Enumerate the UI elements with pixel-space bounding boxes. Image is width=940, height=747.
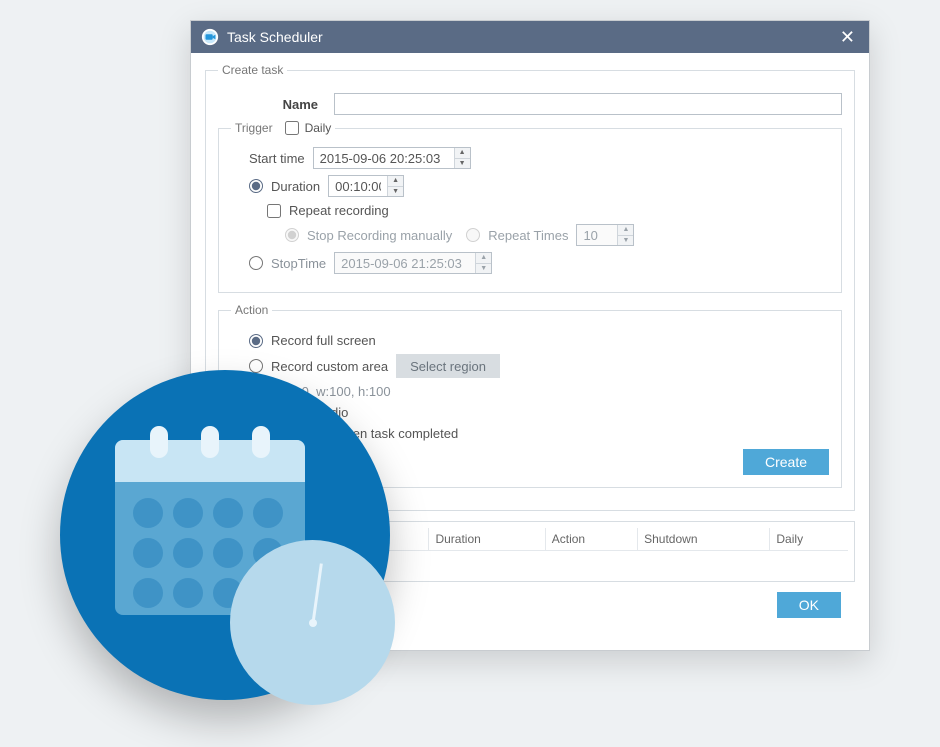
full-screen-row: Record full screen [249,333,829,348]
close-icon[interactable]: ✕ [836,27,859,48]
daily-label[interactable]: Daily [305,121,332,135]
titlebar: Task Scheduler ✕ [191,21,869,53]
col-duration[interactable]: Duration [429,528,545,551]
spinner-down-icon: ▼ [476,264,491,274]
start-time-input[interactable] [314,148,454,168]
duration-label[interactable]: Duration [271,179,320,194]
spinner-down-icon[interactable]: ▼ [455,159,470,169]
repeat-times-label: Repeat Times [488,228,568,243]
stoptime-row: StopTime ▲▼ [249,252,829,274]
full-screen-radio[interactable] [249,334,263,348]
daily-checkbox[interactable] [285,121,299,135]
window-title: Task Scheduler [227,29,323,45]
trigger-group: Trigger Daily Start time ▲▼ Duration [218,121,842,293]
spinner-up-icon: ▲ [618,225,633,236]
ok-button[interactable]: OK [777,592,841,618]
name-row: Name [218,93,842,115]
camera-icon [201,28,219,46]
create-button[interactable]: Create [743,449,829,475]
stoptime-spinner: ▲▼ [334,252,492,274]
spinner-down-icon: ▼ [618,236,633,246]
stoptime-radio[interactable] [249,256,263,270]
calendar-clock-icon [60,370,390,700]
stoptime-input [335,253,475,273]
spinner-up-icon[interactable]: ▲ [455,148,470,159]
stop-manual-label: Stop Recording manually [307,228,452,243]
name-label: Name [218,97,318,112]
name-input[interactable] [334,93,842,115]
select-region-button[interactable]: Select region [396,354,500,378]
spinner-up-icon[interactable]: ▲ [388,176,403,187]
stop-manual-radio [285,228,299,242]
duration-row: Duration ▲▼ [249,175,829,197]
repeat-label[interactable]: Repeat recording [289,203,389,218]
trigger-legend-label: Trigger [235,121,273,135]
col-action[interactable]: Action [545,528,637,551]
duration-input[interactable] [329,176,387,196]
stoptime-label[interactable]: StopTime [271,256,326,271]
spinner-down-icon[interactable]: ▼ [388,187,403,197]
col-shutdown[interactable]: Shutdown [638,528,770,551]
repeat-checkbox[interactable] [267,204,281,218]
col-daily[interactable]: Daily [770,528,848,551]
full-screen-label[interactable]: Record full screen [271,333,376,348]
repeat-times-input [577,225,617,245]
repeat-options-row: Stop Recording manually Repeat Times ▲▼ [285,224,829,246]
repeat-times-radio [466,228,480,242]
repeat-times-spinner: ▲▼ [576,224,634,246]
create-task-legend: Create task [218,63,287,77]
spinner-up-icon: ▲ [476,253,491,264]
duration-spinner[interactable]: ▲▼ [328,175,404,197]
start-time-spinner[interactable]: ▲▼ [313,147,471,169]
start-time-row: Start time ▲▼ [249,147,829,169]
duration-radio[interactable] [249,179,263,193]
start-time-label: Start time [249,151,305,166]
trigger-legend: Trigger Daily [231,121,335,135]
repeat-row: Repeat recording [267,203,829,218]
action-legend: Action [231,303,272,317]
